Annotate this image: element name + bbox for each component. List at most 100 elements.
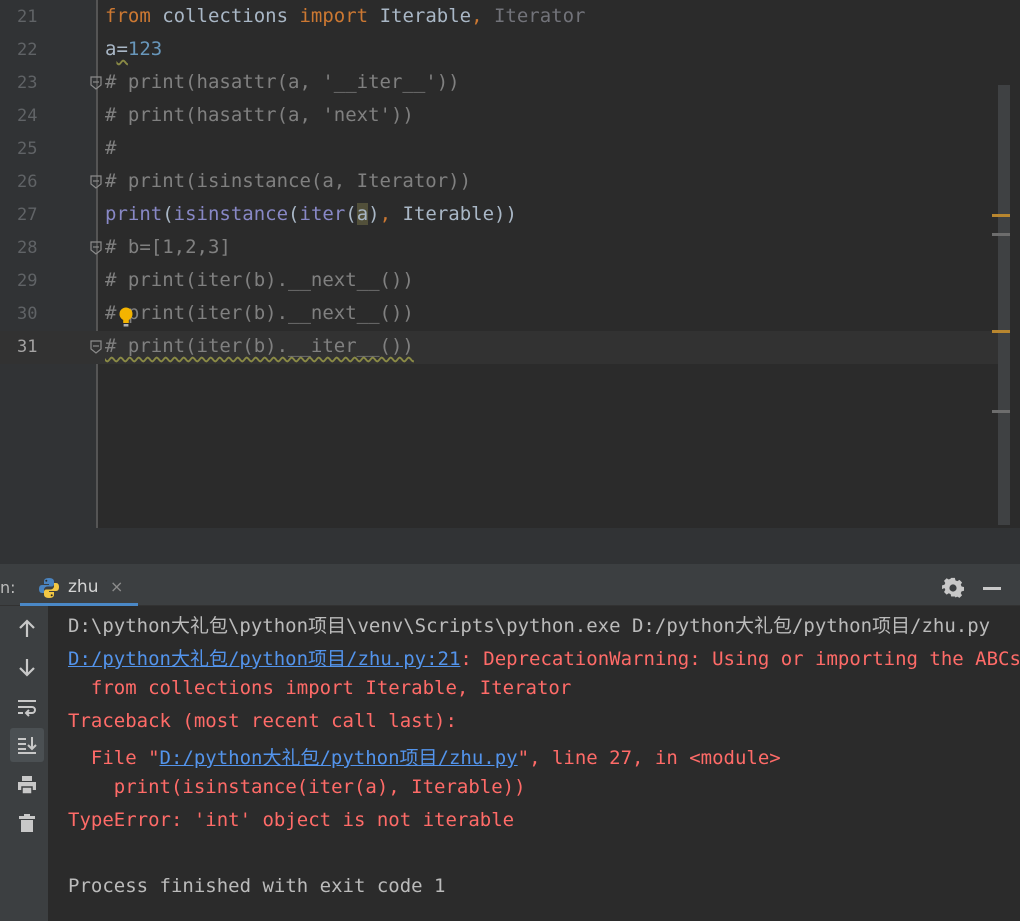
- code-token: collections: [150, 5, 300, 27]
- code-text[interactable]: # print(isinstance(a, Iterator)): [105, 170, 471, 192]
- code-text[interactable]: # print(iter(b).__next__()): [105, 302, 414, 324]
- code-line[interactable]: 30 # print(iter(b).__next__()): [0, 298, 1000, 331]
- code-line[interactable]: 24 # print(hasattr(a, 'next')): [0, 100, 1000, 133]
- print-icon[interactable]: [10, 768, 44, 802]
- code-token: 123: [127, 38, 163, 60]
- info-marker[interactable]: [992, 233, 1010, 236]
- file-link[interactable]: D:/python大礼包/python项目/zhu.py:21: [68, 648, 460, 670]
- fold-marker-icon[interactable]: [90, 241, 102, 255]
- code-text[interactable]: #: [105, 137, 116, 159]
- code-token: (: [162, 203, 174, 225]
- lightbulb-icon[interactable]: [119, 307, 133, 329]
- console-line: File "D:/python大礼包/python项目/zhu.py", lin…: [68, 743, 781, 773]
- code-editor[interactable]: 21 from collections import Iterable, Iter…: [0, 0, 1020, 564]
- run-panel-prefix: n:: [0, 578, 16, 597]
- line-number: 31: [17, 337, 38, 357]
- gear-icon[interactable]: [942, 577, 964, 599]
- close-icon[interactable]: ×: [110, 577, 123, 596]
- console-text: print(isinstance(iter(a), Iterable)): [68, 776, 526, 798]
- console-line: TypeError: 'int' object is not iterable: [68, 809, 514, 839]
- code-token: # print(iter(b).__iter__()): [105, 335, 414, 357]
- code-text[interactable]: # print(iter(b).__iter__()): [105, 335, 414, 357]
- console-line: D:\python大礼包\python项目\venv\Scripts\pytho…: [68, 611, 990, 641]
- code-token: =: [116, 38, 128, 60]
- code-token: Iterable)): [391, 203, 517, 225]
- line-number: 25: [17, 139, 38, 159]
- run-tab-zhu[interactable]: zhu ×: [20, 572, 138, 606]
- console-text: Process finished with exit code 1: [68, 875, 446, 897]
- console-line: Traceback (most recent call last):: [68, 710, 457, 740]
- file-link[interactable]: D:/python大礼包/python项目/zhu.py: [160, 747, 518, 769]
- code-line[interactable]: 31 # print(iter(b).__iter__()): [0, 331, 1000, 364]
- code-text[interactable]: # print(hasattr(a, '__iter__')): [105, 71, 460, 93]
- editor-horizontal-scroll-area: [8, 528, 1020, 564]
- info-marker[interactable]: [992, 410, 1010, 413]
- code-token: # print(hasattr(a, '__iter__')): [105, 71, 460, 93]
- console-text: : DeprecationWarning: Using or importing…: [460, 648, 1020, 670]
- warning-marker[interactable]: [992, 214, 1010, 217]
- run-tab-label: zhu: [68, 577, 99, 597]
- line-number: 23: [17, 73, 38, 93]
- code-token: ,: [379, 203, 392, 225]
- code-token: (: [288, 203, 300, 225]
- code-text[interactable]: # print(hasattr(a, 'next')): [105, 104, 414, 126]
- console-output[interactable]: D:\python大礼包\python项目\venv\Scripts\pytho…: [48, 606, 1020, 921]
- code-token: from: [105, 5, 151, 27]
- code-token: isinstance: [173, 203, 289, 225]
- code-text[interactable]: # print(iter(b).__next__()): [105, 269, 414, 291]
- code-token: import: [299, 5, 369, 27]
- code-text[interactable]: print(isinstance(iter(a), Iterable)): [105, 203, 517, 225]
- code-line[interactable]: 23 # print(hasattr(a, '__iter__')): [0, 67, 1000, 100]
- code-token: #: [105, 137, 117, 159]
- fold-marker-icon[interactable]: [90, 76, 102, 90]
- code-text[interactable]: from collections import Iterable, Iterat…: [105, 5, 585, 27]
- console-text: ", line 27, in <module>: [517, 747, 781, 769]
- code-text[interactable]: # b=[1,2,3]: [105, 236, 231, 258]
- line-number: 29: [17, 271, 38, 291]
- trash-icon[interactable]: [10, 806, 44, 840]
- code-line[interactable]: 28 # b=[1,2,3]: [0, 232, 1000, 265]
- soft-wrap-icon[interactable]: [10, 690, 44, 724]
- line-number: 27: [17, 205, 38, 225]
- code-line[interactable]: 29 # print(iter(b).__next__()): [0, 265, 1000, 298]
- fold-marker-icon[interactable]: [90, 175, 102, 189]
- code-token: Iterable: [368, 5, 472, 27]
- console-text: from collections import Iterable, Iterat…: [68, 677, 572, 699]
- code-token: (: [345, 203, 357, 225]
- up-arrow-icon[interactable]: [10, 612, 44, 646]
- code-line[interactable]: 21 from collections import Iterable, Iter…: [0, 1, 1000, 34]
- code-token: ): [368, 203, 380, 225]
- code-token: Iterator: [482, 5, 586, 27]
- code-token: # b=[1,2,3]: [105, 236, 231, 258]
- code-text[interactable]: a=123: [105, 38, 162, 60]
- code-token: # print(hasattr(a, 'next')): [105, 104, 414, 126]
- code-line[interactable]: 26 # print(isinstance(a, Iterator)): [0, 166, 1000, 199]
- scroll-to-end-icon[interactable]: [10, 728, 44, 762]
- code-token: iter: [299, 203, 346, 225]
- down-arrow-icon[interactable]: [10, 650, 44, 684]
- code-token: # print(iter(b).__next__()): [105, 302, 414, 324]
- python-icon: [39, 578, 59, 598]
- line-number: 22: [17, 40, 38, 60]
- panel-divider[interactable]: [0, 564, 1020, 572]
- code-line[interactable]: 22 a=123: [0, 34, 1000, 67]
- code-token: # print(isinstance(a, Iterator)): [105, 170, 472, 192]
- minimize-icon[interactable]: [983, 587, 1001, 590]
- fold-marker-icon[interactable]: [90, 340, 102, 354]
- code-token: # print(iter(b).__next__()): [105, 269, 414, 291]
- console-text: Traceback (most recent call last):: [68, 710, 457, 732]
- run-toolbar: [0, 606, 48, 921]
- code-line[interactable]: 27 print(isinstance(iter(a), Iterable)): [0, 199, 1000, 232]
- run-panel-header: n: zhu ×: [0, 572, 1020, 606]
- console-text: D:\python大礼包\python项目\venv\Scripts\pytho…: [68, 615, 991, 637]
- console-line: from collections import Iterable, Iterat…: [68, 677, 571, 707]
- code-line[interactable]: 25 #: [0, 133, 1000, 166]
- console-line: print(isinstance(iter(a), Iterable)): [68, 776, 526, 806]
- console-text: TypeError: 'int' object is not iterable: [68, 809, 515, 831]
- editor-scrollbar[interactable]: [998, 85, 1010, 525]
- line-number: 26: [17, 172, 38, 192]
- line-number: 30: [17, 304, 38, 324]
- warning-marker[interactable]: [992, 330, 1010, 333]
- console-line: D:/python大礼包/python项目/zhu.py:21: Depreca…: [68, 644, 1020, 674]
- code-token: a: [356, 203, 369, 225]
